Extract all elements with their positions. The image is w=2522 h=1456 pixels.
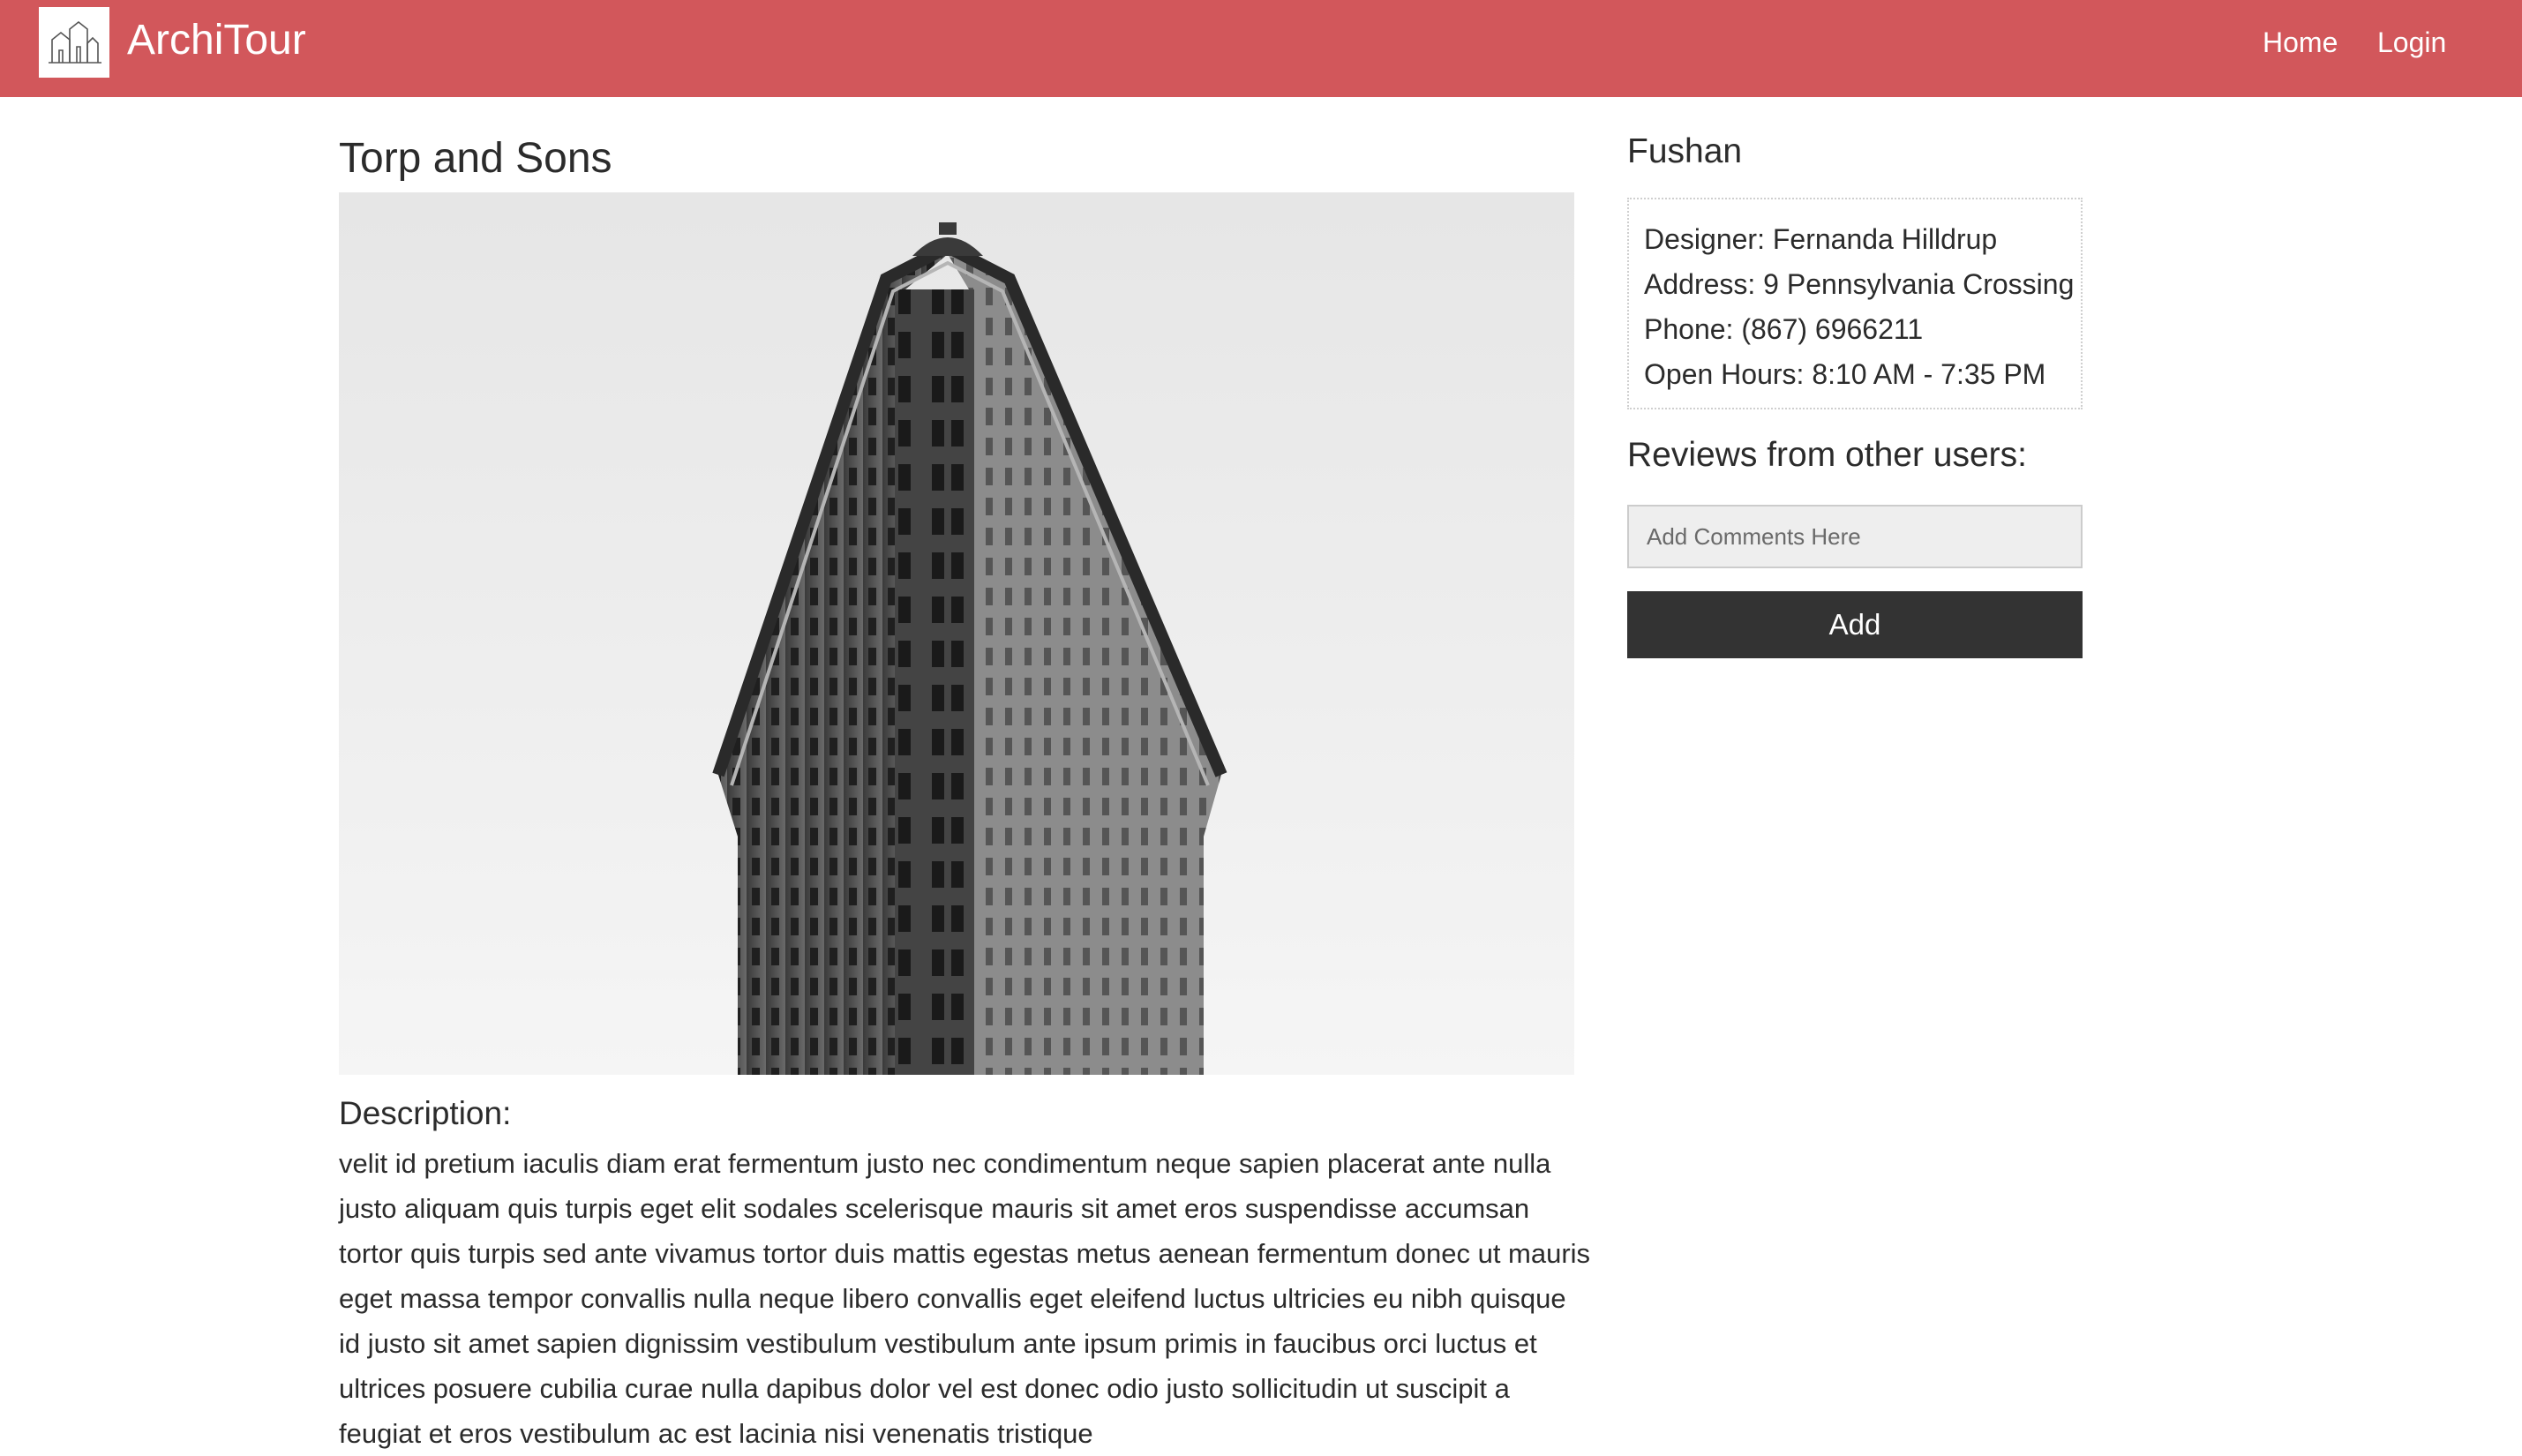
designer-line: Designer: Fernanda Hilldrup [1644,223,1998,255]
page-title: Torp and Sons [339,135,612,182]
add-comment-button[interactable]: Add [1627,591,2083,658]
comment-input[interactable] [1627,505,2083,568]
sidebar-title: Fushan [1627,132,1743,170]
reviews-title: Reviews from other users: [1627,436,2027,474]
description-text: velit id pretium iaculis diam erat ferme… [339,1148,1591,1449]
phone-line: Phone: (867) 6966211 [1644,313,1924,345]
nav-home-link[interactable]: Home [2263,21,2338,64]
buildings-logo-icon[interactable] [39,7,109,78]
hours-line: Open Hours: 8:10 AM - 7:35 PM [1644,358,2046,390]
flatiron-building-photo [339,192,1574,1075]
address-line: Address: 9 Pennsylvania Crossing [1644,268,2075,300]
info-box: Designer: Fernanda Hilldrup Address: 9 P… [1627,198,2083,409]
nav-login-link[interactable]: Login [2377,21,2446,64]
top-navbar: ArchiTour Home Login [0,0,2522,97]
description-heading: Description: [339,1095,512,1131]
brand-name[interactable]: ArchiTour [127,12,306,69]
